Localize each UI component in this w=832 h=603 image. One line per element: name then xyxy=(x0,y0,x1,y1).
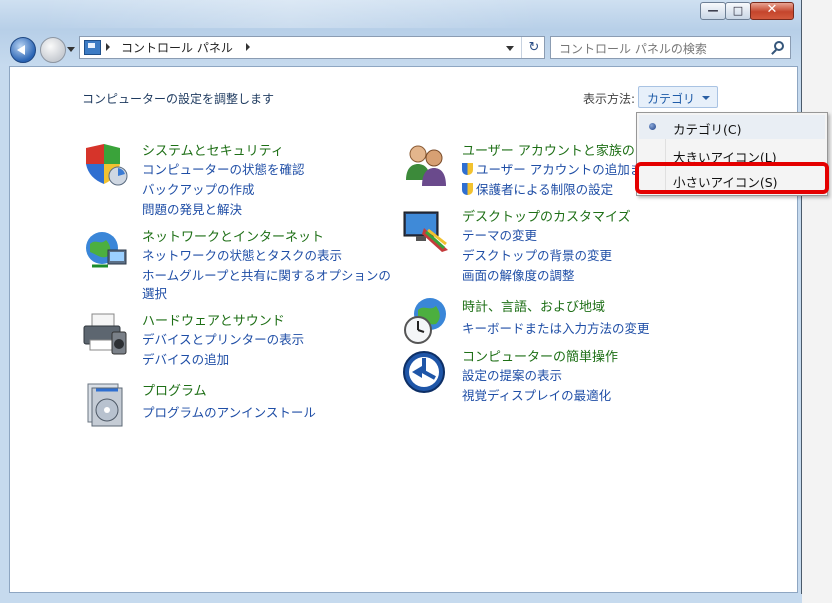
ease-of-access-icon[interactable] xyxy=(402,346,450,394)
menu-item-label: カテゴリ(C) xyxy=(673,122,742,137)
category-link[interactable]: コンピューターの状態を確認 xyxy=(142,159,305,178)
category-link[interactable]: キーボードまたは入力方法の変更 xyxy=(462,318,650,337)
category-title[interactable]: ネットワークとインターネット xyxy=(142,226,324,245)
category-title[interactable]: コンピューターの簡単操作 xyxy=(462,346,618,365)
category-title[interactable]: デスクトップのカスタマイズ xyxy=(462,206,631,225)
view-by-value: カテゴリ xyxy=(647,92,696,106)
category-link[interactable]: デスクトップの背景の変更 xyxy=(462,245,612,264)
view-by-label: 表示方法: xyxy=(583,92,636,106)
category-link[interactable]: 視覚ディスプレイの最適化 xyxy=(462,385,611,404)
search-icon[interactable] xyxy=(774,41,784,51)
back-button[interactable] xyxy=(10,37,36,63)
highlight-annotation xyxy=(635,162,829,194)
breadcrumb-arrow-icon[interactable] xyxy=(106,43,110,51)
maximize-icon: □ xyxy=(732,4,744,17)
maximize-button[interactable]: □ xyxy=(725,2,751,20)
category-link[interactable]: ネットワークの状態とタスクの表示 xyxy=(142,245,342,264)
category-link[interactable]: 保護者による制限の設定 xyxy=(462,179,613,198)
control-panel-icon xyxy=(84,40,101,55)
category-link[interactable]: 選択 xyxy=(142,283,167,302)
category-link[interactable]: バックアップの作成 xyxy=(142,179,255,198)
uac-shield-icon xyxy=(462,163,473,175)
category-title[interactable]: ユーザー アカウントと家族のた xyxy=(462,140,648,159)
breadcrumb-arrow-icon[interactable] xyxy=(246,43,250,51)
close-button[interactable]: ✕ xyxy=(750,2,794,20)
forward-button[interactable] xyxy=(40,37,66,63)
category-link[interactable]: ホームグループと共有に関するオプションの xyxy=(142,265,391,284)
category-title[interactable]: 時計、言語、および地域 xyxy=(462,296,605,315)
search-placeholder: コントロール パネルの検索 xyxy=(559,42,707,56)
minimize-button[interactable]: — xyxy=(700,2,726,20)
refresh-icon[interactable]: ↻ xyxy=(521,37,546,58)
radio-selected-icon xyxy=(649,123,656,130)
address-bar[interactable]: コントロール パネル ↻ xyxy=(79,36,545,59)
control-panel-window: — □ ✕ コントロール パネル ↻ コントロール パネルの検索 コンピューター… xyxy=(0,0,802,603)
window-bottom-border xyxy=(0,594,802,603)
users-icon[interactable] xyxy=(402,140,450,188)
uac-shield-icon xyxy=(462,183,473,195)
shield-icon[interactable] xyxy=(82,140,130,188)
category-link[interactable]: プログラムのアンインストール xyxy=(142,402,316,421)
link-text: ユーザー アカウントの追加ま xyxy=(476,162,643,177)
breadcrumb[interactable]: コントロール パネル xyxy=(121,39,233,56)
category-link[interactable]: デバイスとプリンターの表示 xyxy=(142,329,304,348)
clock-globe-icon[interactable] xyxy=(402,296,450,344)
page-title: コンピューターの設定を調整します xyxy=(82,92,275,106)
category-title[interactable]: ハードウェアとサウンド xyxy=(142,310,285,329)
title-bar-glass xyxy=(40,0,540,28)
network-globe-icon[interactable] xyxy=(82,226,130,274)
category-link[interactable]: テーマの変更 xyxy=(462,225,537,244)
category-link[interactable]: デバイスの追加 xyxy=(142,349,229,368)
link-text: 保護者による制限の設定 xyxy=(476,182,614,197)
search-input[interactable]: コントロール パネルの検索 xyxy=(550,36,791,59)
recent-pages-dropdown-icon[interactable] xyxy=(67,47,75,52)
category-link[interactable]: 問題の発見と解決 xyxy=(142,199,242,218)
category-link[interactable]: 画面の解像度の調整 xyxy=(462,265,575,284)
category-title[interactable]: システムとセキュリティ xyxy=(142,140,284,159)
printer-icon[interactable] xyxy=(82,310,130,358)
view-by-dropdown[interactable]: カテゴリ xyxy=(638,86,718,108)
category-title[interactable]: プログラム xyxy=(142,380,207,399)
close-icon: ✕ xyxy=(766,2,778,17)
menu-item-category[interactable]: カテゴリ(C) xyxy=(639,115,825,139)
address-history-dropdown-icon[interactable] xyxy=(506,46,514,51)
chevron-down-icon xyxy=(702,96,710,100)
title-bar[interactable]: — □ ✕ xyxy=(0,0,800,30)
category-link[interactable]: 設定の提案の表示 xyxy=(462,365,562,384)
minimize-icon: — xyxy=(707,4,719,17)
programs-icon[interactable] xyxy=(82,380,130,428)
category-link[interactable]: ユーザー アカウントの追加ま xyxy=(462,159,642,178)
desktop-paint-icon[interactable] xyxy=(402,206,450,254)
